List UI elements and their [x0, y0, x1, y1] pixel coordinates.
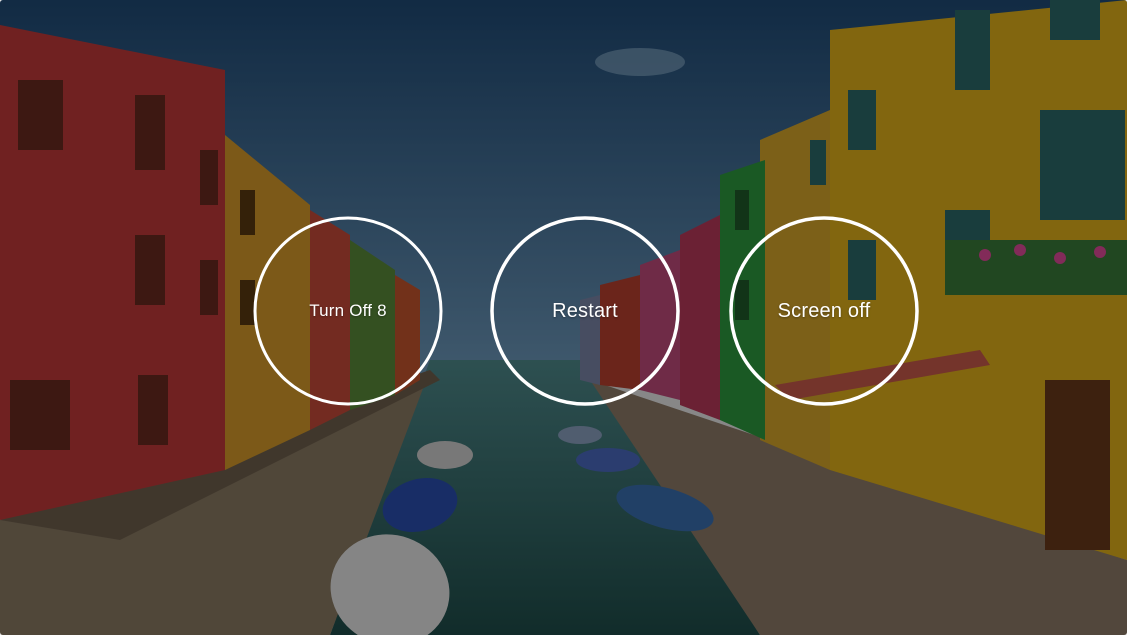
power-menu-screen: Turn Off 8 Restart Screen off — [0, 0, 1127, 635]
turn-off-button[interactable]: Turn Off 8 — [253, 216, 443, 406]
screen-off-button[interactable]: Screen off — [729, 216, 919, 406]
turn-off-label: Turn Off 8 — [309, 301, 387, 320]
restart-label: Restart — [552, 299, 618, 322]
screen-off-label: Screen off — [777, 299, 871, 322]
restart-button[interactable]: Restart — [490, 216, 680, 406]
